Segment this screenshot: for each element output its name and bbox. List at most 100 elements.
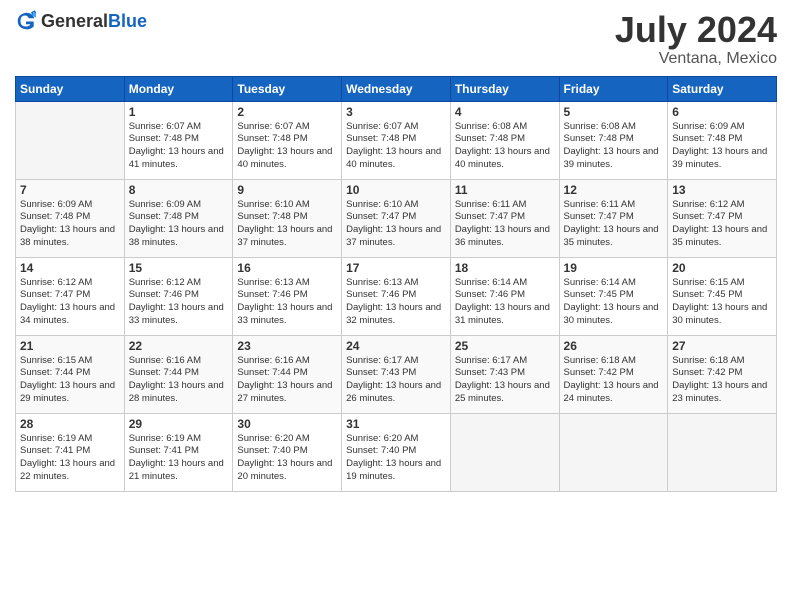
calendar-cell: 5 Sunrise: 6:08 AM Sunset: 7:48 PM Daylig…	[559, 101, 668, 179]
day-info: Sunrise: 6:12 AM Sunset: 7:46 PM Dayligh…	[129, 277, 229, 328]
day-number: 4	[455, 105, 555, 119]
day-number: 12	[564, 183, 664, 197]
day-info: Sunrise: 6:12 AM Sunset: 7:47 PM Dayligh…	[672, 199, 772, 250]
day-info: Sunrise: 6:09 AM Sunset: 7:48 PM Dayligh…	[129, 199, 229, 250]
day-info: Sunrise: 6:10 AM Sunset: 7:47 PM Dayligh…	[346, 199, 446, 250]
day-info: Sunrise: 6:17 AM Sunset: 7:43 PM Dayligh…	[455, 355, 555, 406]
calendar-week-4: 21 Sunrise: 6:15 AM Sunset: 7:44 PM Dayli…	[16, 335, 777, 413]
day-number: 25	[455, 339, 555, 353]
day-info: Sunrise: 6:19 AM Sunset: 7:41 PM Dayligh…	[20, 433, 120, 484]
day-number: 7	[20, 183, 120, 197]
day-info: Sunrise: 6:07 AM Sunset: 7:48 PM Dayligh…	[129, 121, 229, 172]
calendar-cell: 23 Sunrise: 6:16 AM Sunset: 7:44 PM Dayli…	[233, 335, 342, 413]
header: GeneralBlue July 2024 Ventana, Mexico	[15, 10, 777, 68]
calendar-cell: 12Sunrise: 6:11 AM Sunset: 7:47 PM Dayli…	[559, 179, 668, 257]
calendar-cell: 16 Sunrise: 6:13 AM Sunset: 7:46 PM Dayli…	[233, 257, 342, 335]
day-info: Sunrise: 6:20 AM Sunset: 7:40 PM Dayligh…	[237, 433, 337, 484]
day-info: Sunrise: 6:13 AM Sunset: 7:46 PM Dayligh…	[346, 277, 446, 328]
day-info: Sunrise: 6:15 AM Sunset: 7:45 PM Dayligh…	[672, 277, 772, 328]
calendar-table: SundayMondayTuesdayWednesdayThursdayFrid…	[15, 76, 777, 492]
calendar-cell: 4 Sunrise: 6:08 AM Sunset: 7:48 PM Daylig…	[450, 101, 559, 179]
day-number: 5	[564, 105, 664, 119]
title-block: July 2024 Ventana, Mexico	[615, 10, 777, 68]
day-number: 15	[129, 261, 229, 275]
calendar-cell: 22 Sunrise: 6:16 AM Sunset: 7:44 PM Dayli…	[124, 335, 233, 413]
logo-text: GeneralBlue	[41, 11, 147, 32]
calendar-cell: 19Sunrise: 6:14 AM Sunset: 7:45 PM Dayli…	[559, 257, 668, 335]
logo: GeneralBlue	[15, 10, 147, 32]
day-info: Sunrise: 6:18 AM Sunset: 7:42 PM Dayligh…	[672, 355, 772, 406]
calendar-cell: 20 Sunrise: 6:15 AM Sunset: 7:45 PM Dayli…	[668, 257, 777, 335]
day-number: 22	[129, 339, 229, 353]
day-number: 19	[564, 261, 664, 275]
day-number: 26	[564, 339, 664, 353]
page: GeneralBlue July 2024 Ventana, Mexico Su…	[0, 0, 792, 612]
day-info: Sunrise: 6:10 AM Sunset: 7:48 PM Dayligh…	[237, 199, 337, 250]
calendar-cell	[16, 101, 125, 179]
day-number: 21	[20, 339, 120, 353]
calendar-cell: 9 Sunrise: 6:10 AM Sunset: 7:48 PM Daylig…	[233, 179, 342, 257]
day-number: 10	[346, 183, 446, 197]
day-number: 3	[346, 105, 446, 119]
calendar-cell: 1Sunrise: 6:07 AM Sunset: 7:48 PM Daylig…	[124, 101, 233, 179]
calendar-cell: 6 Sunrise: 6:09 AM Sunset: 7:48 PM Daylig…	[668, 101, 777, 179]
calendar-cell: 28 Sunrise: 6:19 AM Sunset: 7:41 PM Dayli…	[16, 413, 125, 491]
day-number: 27	[672, 339, 772, 353]
weekday-header-row: SundayMondayTuesdayWednesdayThursdayFrid…	[16, 76, 777, 101]
logo-general: General	[41, 11, 108, 31]
weekday-header-monday: Monday	[124, 76, 233, 101]
day-info: Sunrise: 6:18 AM Sunset: 7:42 PM Dayligh…	[564, 355, 664, 406]
day-number: 29	[129, 417, 229, 431]
weekday-header-friday: Friday	[559, 76, 668, 101]
day-number: 13	[672, 183, 772, 197]
calendar-cell: 15 Sunrise: 6:12 AM Sunset: 7:46 PM Dayli…	[124, 257, 233, 335]
calendar-cell: 18 Sunrise: 6:14 AM Sunset: 7:46 PM Dayli…	[450, 257, 559, 335]
day-info: Sunrise: 6:08 AM Sunset: 7:48 PM Dayligh…	[455, 121, 555, 172]
day-info: Sunrise: 6:09 AM Sunset: 7:48 PM Dayligh…	[20, 199, 120, 250]
day-info: Sunrise: 6:08 AM Sunset: 7:48 PM Dayligh…	[564, 121, 664, 172]
calendar-cell: 17Sunrise: 6:13 AM Sunset: 7:46 PM Dayli…	[342, 257, 451, 335]
calendar-cell: 10 Sunrise: 6:10 AM Sunset: 7:47 PM Dayli…	[342, 179, 451, 257]
day-info: Sunrise: 6:20 AM Sunset: 7:40 PM Dayligh…	[346, 433, 446, 484]
day-number: 2	[237, 105, 337, 119]
logo-blue: Blue	[108, 11, 147, 31]
calendar-cell: 24Sunrise: 6:17 AM Sunset: 7:43 PM Dayli…	[342, 335, 451, 413]
day-info: Sunrise: 6:07 AM Sunset: 7:48 PM Dayligh…	[237, 121, 337, 172]
day-number: 6	[672, 105, 772, 119]
weekday-header-wednesday: Wednesday	[342, 76, 451, 101]
day-number: 18	[455, 261, 555, 275]
day-info: Sunrise: 6:13 AM Sunset: 7:46 PM Dayligh…	[237, 277, 337, 328]
day-info: Sunrise: 6:07 AM Sunset: 7:48 PM Dayligh…	[346, 121, 446, 172]
calendar-cell: 27 Sunrise: 6:18 AM Sunset: 7:42 PM Dayli…	[668, 335, 777, 413]
day-info: Sunrise: 6:15 AM Sunset: 7:44 PM Dayligh…	[20, 355, 120, 406]
calendar-cell: 21 Sunrise: 6:15 AM Sunset: 7:44 PM Dayli…	[16, 335, 125, 413]
day-number: 23	[237, 339, 337, 353]
weekday-header-saturday: Saturday	[668, 76, 777, 101]
day-info: Sunrise: 6:09 AM Sunset: 7:48 PM Dayligh…	[672, 121, 772, 172]
calendar-cell: 14Sunrise: 6:12 AM Sunset: 7:47 PM Dayli…	[16, 257, 125, 335]
weekday-header-thursday: Thursday	[450, 76, 559, 101]
location-title: Ventana, Mexico	[615, 50, 777, 68]
calendar-cell: 3 Sunrise: 6:07 AM Sunset: 7:48 PM Daylig…	[342, 101, 451, 179]
day-number: 16	[237, 261, 337, 275]
day-number: 30	[237, 417, 337, 431]
calendar-cell	[668, 413, 777, 491]
day-number: 28	[20, 417, 120, 431]
day-info: Sunrise: 6:17 AM Sunset: 7:43 PM Dayligh…	[346, 355, 446, 406]
day-info: Sunrise: 6:14 AM Sunset: 7:46 PM Dayligh…	[455, 277, 555, 328]
day-info: Sunrise: 6:16 AM Sunset: 7:44 PM Dayligh…	[237, 355, 337, 406]
calendar-week-5: 28 Sunrise: 6:19 AM Sunset: 7:41 PM Dayli…	[16, 413, 777, 491]
day-number: 9	[237, 183, 337, 197]
day-number: 11	[455, 183, 555, 197]
calendar-cell: 13 Sunrise: 6:12 AM Sunset: 7:47 PM Dayli…	[668, 179, 777, 257]
day-info: Sunrise: 6:11 AM Sunset: 7:47 PM Dayligh…	[455, 199, 555, 250]
calendar-week-2: 7 Sunrise: 6:09 AM Sunset: 7:48 PM Daylig…	[16, 179, 777, 257]
day-number: 31	[346, 417, 446, 431]
day-number: 20	[672, 261, 772, 275]
day-number: 8	[129, 183, 229, 197]
month-title: July 2024	[615, 10, 777, 50]
calendar-cell: 8 Sunrise: 6:09 AM Sunset: 7:48 PM Daylig…	[124, 179, 233, 257]
day-info: Sunrise: 6:16 AM Sunset: 7:44 PM Dayligh…	[129, 355, 229, 406]
day-number: 14	[20, 261, 120, 275]
calendar-cell: 11 Sunrise: 6:11 AM Sunset: 7:47 PM Dayli…	[450, 179, 559, 257]
